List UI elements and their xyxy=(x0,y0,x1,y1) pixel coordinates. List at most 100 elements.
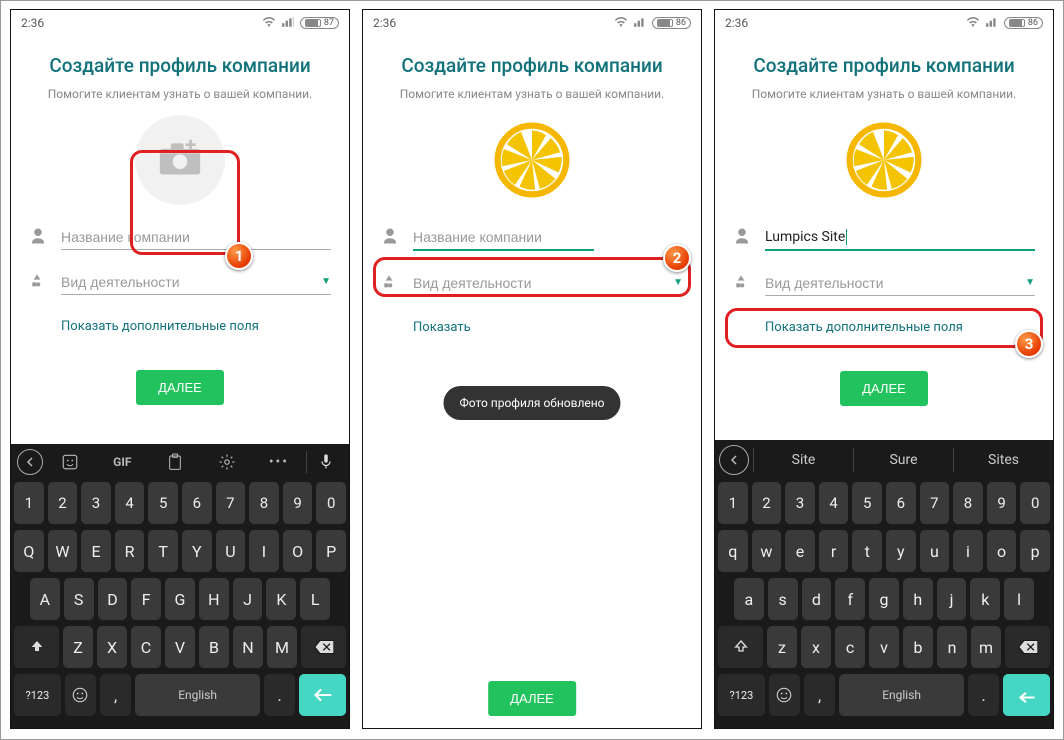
key-j[interactable]: J xyxy=(233,578,263,620)
key-h[interactable]: h xyxy=(903,578,933,620)
key-symbols[interactable]: ?123 xyxy=(14,674,61,716)
key-6[interactable]: 6 xyxy=(886,482,916,524)
activity-select[interactable] xyxy=(765,271,1035,296)
key-3[interactable]: 3 xyxy=(785,482,815,524)
key-5[interactable]: 5 xyxy=(852,482,882,524)
key-e[interactable]: E xyxy=(81,530,111,572)
key-y[interactable]: Y xyxy=(182,530,212,572)
key-x[interactable]: X xyxy=(97,626,127,668)
key-o[interactable]: o xyxy=(987,530,1017,572)
show-more-fields-link[interactable]: Показать дополнительные поля xyxy=(413,320,473,335)
kb-suggestion-2[interactable]: Sure xyxy=(853,448,953,472)
key-p[interactable]: P xyxy=(316,530,346,572)
show-more-fields-link[interactable]: Показать дополнительные поля xyxy=(61,319,259,334)
key-g[interactable]: G xyxy=(165,578,195,620)
key-u[interactable]: u xyxy=(920,530,950,572)
key-f[interactable]: f xyxy=(835,578,865,620)
kb-settings-icon[interactable] xyxy=(202,448,252,476)
key-backspace[interactable] xyxy=(1005,626,1050,668)
kb-suggestion-1[interactable]: Site xyxy=(753,448,853,472)
key-f[interactable]: F xyxy=(131,578,161,620)
key-3[interactable]: 3 xyxy=(81,482,111,524)
key-7[interactable]: 7 xyxy=(216,482,246,524)
key-q[interactable]: Q xyxy=(14,530,44,572)
key-d[interactable]: D xyxy=(98,578,128,620)
key-comma[interactable]: , xyxy=(100,674,131,716)
avatar-upload[interactable] xyxy=(487,115,577,205)
key-b[interactable]: b xyxy=(903,626,933,668)
key-symbols[interactable]: ?123 xyxy=(718,674,765,716)
key-9[interactable]: 9 xyxy=(987,482,1017,524)
key-t[interactable]: T xyxy=(148,530,178,572)
company-name-input[interactable]: Lumpics Site xyxy=(765,225,1035,251)
key-g[interactable]: g xyxy=(869,578,899,620)
key-v[interactable]: V xyxy=(165,626,195,668)
key-w[interactable]: W xyxy=(48,530,78,572)
key-4[interactable]: 4 xyxy=(115,482,145,524)
key-period[interactable]: . xyxy=(264,674,295,716)
key-p[interactable]: p xyxy=(1020,530,1050,572)
key-enter[interactable] xyxy=(299,674,346,716)
show-more-fields-link[interactable]: Показать дополнительные поля xyxy=(765,320,963,335)
key-d[interactable]: d xyxy=(802,578,832,620)
key-emoji[interactable] xyxy=(65,674,96,716)
key-z[interactable]: z xyxy=(767,626,797,668)
key-r[interactable]: r xyxy=(819,530,849,572)
kb-suggestion-3[interactable]: Sites xyxy=(953,448,1053,472)
key-j[interactable]: j xyxy=(937,578,967,620)
kb-collapse-icon[interactable] xyxy=(17,449,43,475)
key-y[interactable]: y xyxy=(886,530,916,572)
key-enter[interactable] xyxy=(1003,674,1050,716)
key-backspace[interactable] xyxy=(301,626,346,668)
key-0[interactable]: 0 xyxy=(316,482,346,524)
key-8[interactable]: 8 xyxy=(249,482,279,524)
key-shift[interactable] xyxy=(14,626,59,668)
key-1[interactable]: 1 xyxy=(718,482,748,524)
key-a[interactable]: A xyxy=(30,578,60,620)
key-i[interactable]: i xyxy=(953,530,983,572)
key-space[interactable]: English xyxy=(839,674,964,716)
kb-collapse-icon[interactable] xyxy=(719,445,749,475)
key-space[interactable]: English xyxy=(135,674,260,716)
key-2[interactable]: 2 xyxy=(48,482,78,524)
key-e[interactable]: e xyxy=(785,530,815,572)
avatar-upload[interactable] xyxy=(135,115,225,205)
key-v[interactable]: v xyxy=(869,626,899,668)
key-w[interactable]: w xyxy=(752,530,782,572)
key-s[interactable]: S xyxy=(64,578,94,620)
next-button[interactable]: ДАЛЕЕ xyxy=(136,370,224,405)
key-b[interactable]: B xyxy=(199,626,229,668)
key-1[interactable]: 1 xyxy=(14,482,44,524)
key-emoji[interactable] xyxy=(769,674,800,716)
key-6[interactable]: 6 xyxy=(182,482,212,524)
key-k[interactable]: K xyxy=(266,578,296,620)
next-button[interactable]: ДАЛЕЕ xyxy=(840,371,928,406)
activity-select[interactable] xyxy=(413,271,683,296)
next-button[interactable]: ДАЛЕЕ xyxy=(488,681,576,716)
key-shift[interactable] xyxy=(718,626,763,668)
key-s[interactable]: s xyxy=(768,578,798,620)
keyboard[interactable]: Site Sure Sites 1 2 3 4 5 6 7 8 9 0 q w … xyxy=(715,440,1053,728)
key-7[interactable]: 7 xyxy=(920,482,950,524)
kb-clipboard-icon[interactable] xyxy=(149,448,199,476)
key-h[interactable]: H xyxy=(199,578,229,620)
kb-gif-button[interactable]: GIF xyxy=(97,448,147,476)
key-period[interactable]: . xyxy=(968,674,999,716)
key-t[interactable]: t xyxy=(852,530,882,572)
key-4[interactable]: 4 xyxy=(819,482,849,524)
key-9[interactable]: 9 xyxy=(283,482,313,524)
key-n[interactable]: n xyxy=(937,626,967,668)
key-q[interactable]: q xyxy=(718,530,748,572)
activity-select[interactable] xyxy=(61,270,331,295)
kb-sticker-icon[interactable] xyxy=(45,448,95,476)
key-comma[interactable]: , xyxy=(804,674,835,716)
key-5[interactable]: 5 xyxy=(148,482,178,524)
key-2[interactable]: 2 xyxy=(752,482,782,524)
company-name-input[interactable] xyxy=(413,225,594,251)
key-r[interactable]: R xyxy=(115,530,145,572)
key-k[interactable]: k xyxy=(970,578,1000,620)
key-0[interactable]: 0 xyxy=(1020,482,1050,524)
key-8[interactable]: 8 xyxy=(953,482,983,524)
key-m[interactable]: M xyxy=(267,626,297,668)
key-a[interactable]: a xyxy=(734,578,764,620)
